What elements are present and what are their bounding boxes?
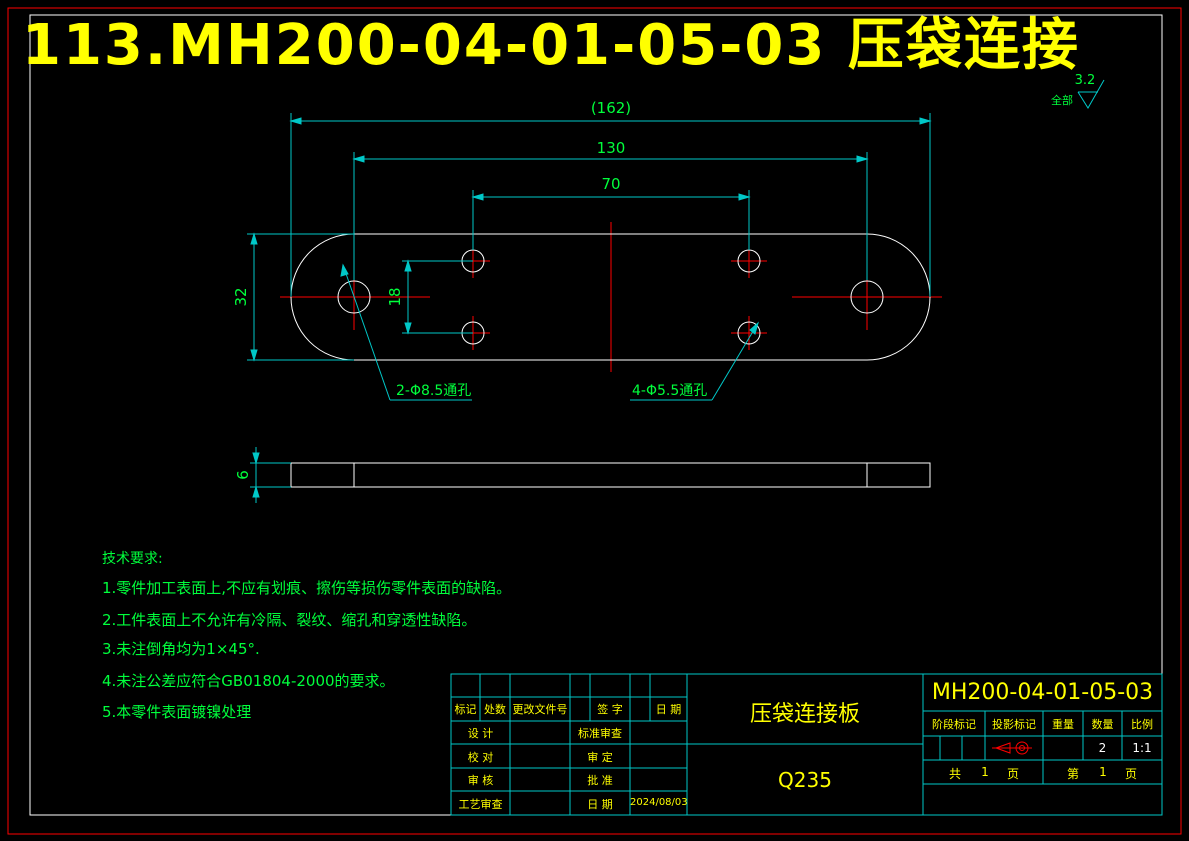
roughness-label: 全部 [1051,93,1073,107]
material: Q235 [778,768,832,792]
dim-130: 130 [597,139,626,157]
scale-value: 1:1 [1132,741,1152,755]
page-value: 1 [1099,765,1107,779]
part-name: 压袋连接板 [749,702,860,727]
tb-check: 校 对 [467,751,494,764]
tb-process: 工艺审查 [458,798,503,811]
tb-date2: 日 期 [587,798,613,811]
tb-std-review: 标准审查 [578,727,622,740]
requirement-item: 4.未注公差应符合GB01804-2000的要求。 [102,672,395,690]
dim-18: 18 [386,287,404,306]
dim-6: 6 [234,470,252,480]
tb-stage: 阶段标记 [932,718,976,731]
tb-projection: 投影标记 [992,718,1036,731]
tb-approve: 批 准 [587,774,613,787]
side-view [290,462,931,488]
tb-review: 审 核 [467,774,494,787]
tb-date-value: 2024/08/03 [630,797,688,808]
drawing-title: 113.MH200-04-01-05-03 压袋连接 [22,13,1080,78]
requirement-item: 3.未注倒角均为1×45°. [102,640,260,658]
dimension-lines [247,113,932,503]
quantity-value: 2 [1098,741,1107,755]
requirement-item: 2.工件表面上不允许有冷隔、裂纹、缩孔和穿透性缺陷。 [102,611,477,629]
centerlines [280,222,942,372]
tb-design: 设 计 [467,727,494,740]
tb-scale: 比例 [1131,718,1153,731]
dim-overall: (162) [591,99,631,117]
dim-32: 32 [232,287,250,306]
total-label: 共 [948,767,961,781]
requirements-heading: 技术要求: [102,551,163,567]
projection-symbol [992,741,1032,755]
page-label: 第 [1066,767,1079,781]
tb-change-doc: 更改文件号 [512,703,568,716]
requirement-item: 1.零件加工表面上,不应有划痕、擦伤等损伤零件表面的缺陷。 [102,579,512,597]
requirement-item: 5.本零件表面镀镍处理 [102,703,252,721]
tb-weight: 重量 [1052,718,1074,731]
page-unit: 页 [1124,767,1137,781]
tb-mark: 标记 [454,703,477,716]
label-small-holes: 4-Φ5.5通孔 [632,383,707,399]
tb-date: 日 期 [655,703,682,716]
tb-quantity: 数量 [1091,718,1114,731]
total-value: 1 [981,765,989,779]
tb-approve-rev: 审 定 [587,751,613,764]
drawing-number: MH200-04-01-05-03 [931,680,1154,705]
label-large-holes: 2-Φ8.5通孔 [396,383,471,399]
tb-sign: 签 字 [597,703,623,716]
tb-count: 处数 [484,703,506,716]
total-unit: 页 [1006,767,1019,781]
dim-70: 70 [601,175,620,193]
title-clip: 113.MH200-04-01-05-03 压袋连接 [0,0,1189,90]
